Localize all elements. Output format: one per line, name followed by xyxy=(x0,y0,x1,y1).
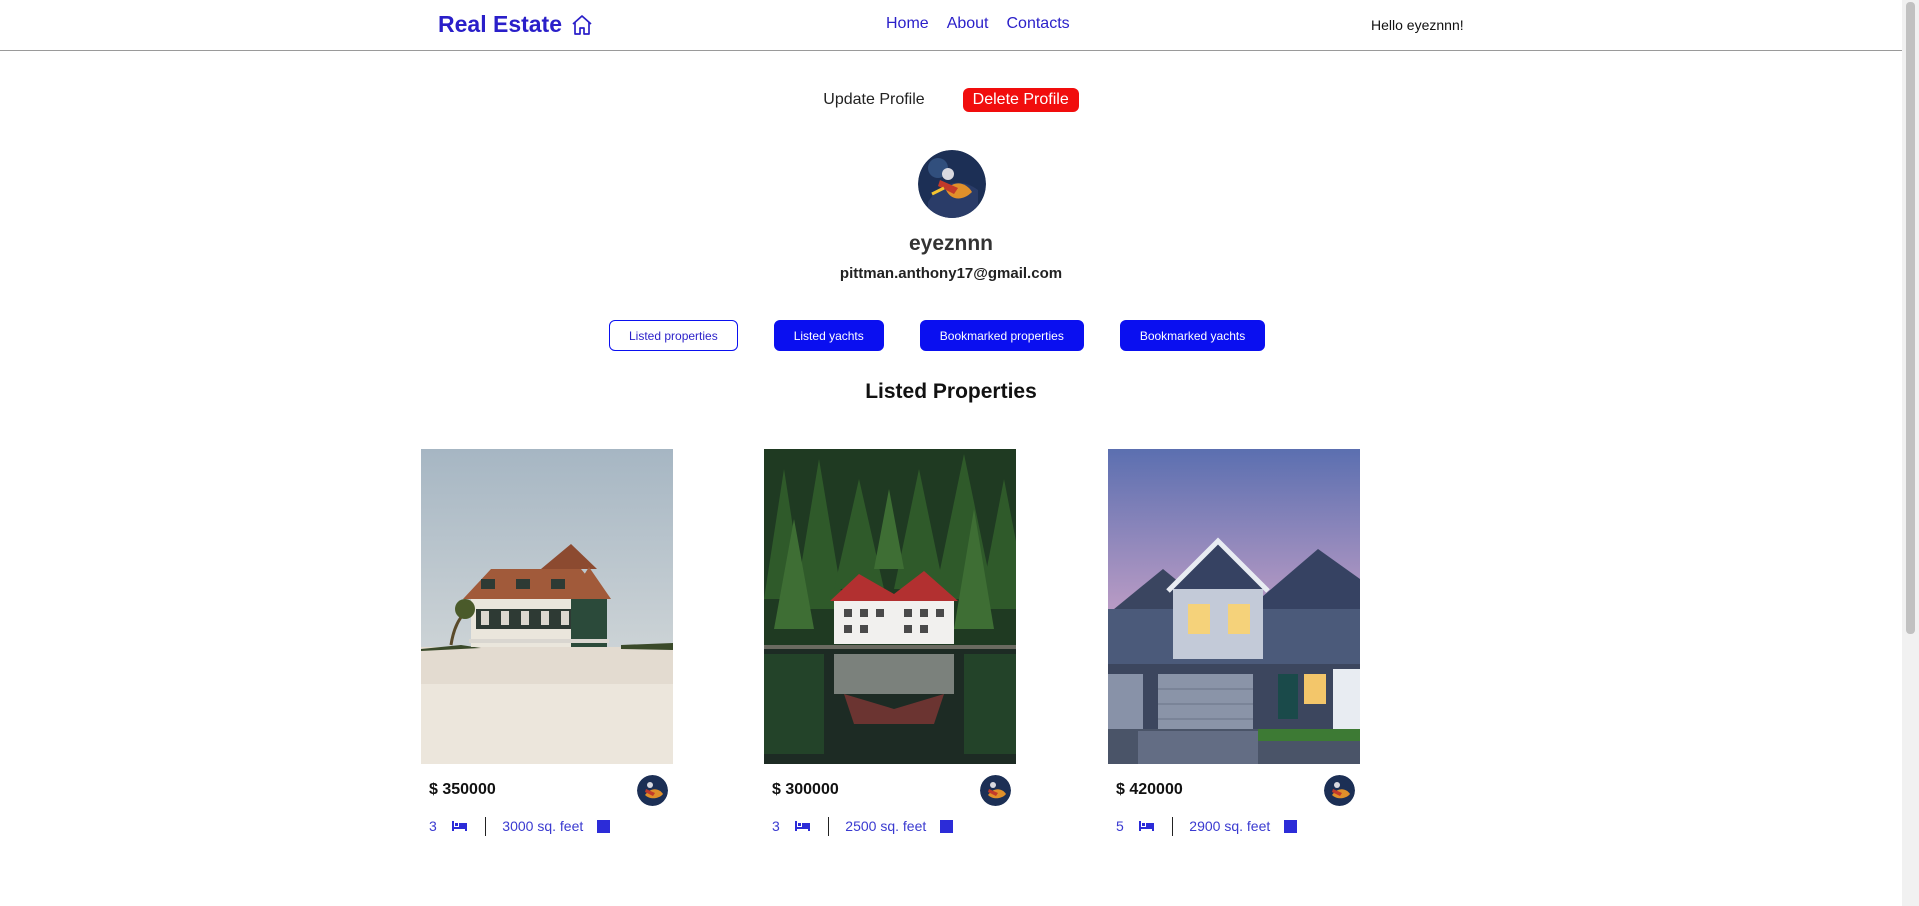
property-image[interactable] xyxy=(1108,449,1360,764)
property-area: 2500 sq. feet xyxy=(845,818,927,834)
profile-username: eyeznnn xyxy=(908,232,994,255)
owner-avatar[interactable] xyxy=(980,774,1011,806)
section-title: Listed Properties xyxy=(865,380,1037,403)
bed-count: 3 xyxy=(429,818,437,834)
brand-name[interactable]: Real Estate xyxy=(438,11,562,38)
property-price: $ 420000 xyxy=(1116,781,1183,798)
tab-listed-yachts[interactable]: Listed yachts xyxy=(773,320,884,351)
tab-bookmarked-yachts[interactable]: Bookmarked yachts xyxy=(1119,320,1266,351)
bed-icon xyxy=(794,821,810,831)
nav-about-link[interactable]: About xyxy=(947,15,989,33)
tab-bookmarked-properties[interactable]: Bookmarked properties xyxy=(919,320,1084,351)
bed-count: 3 xyxy=(772,818,780,834)
profile-actions: Update Profile Delete Profile xyxy=(0,88,1902,112)
price-row: $ 300000 xyxy=(764,764,1016,816)
main-nav: Home About Contacts xyxy=(886,15,1070,33)
property-card[interactable]: $ 350000 3 3000 sq. feet xyxy=(421,449,673,836)
update-profile-button[interactable]: Update Profile xyxy=(823,88,924,112)
property-meta: 3 3000 sq. feet xyxy=(421,816,673,836)
property-image[interactable] xyxy=(421,449,673,764)
area-icon xyxy=(940,819,954,833)
top-navbar: Real Estate Home About Contacts Hello ey… xyxy=(0,0,1902,51)
property-meta: 3 2500 sq. feet xyxy=(764,816,1016,836)
user-greeting: Hello eyeznnn! xyxy=(1371,17,1464,33)
profile-avatar xyxy=(918,150,986,218)
area-icon xyxy=(597,819,611,833)
tab-listed-properties[interactable]: Listed properties xyxy=(609,320,738,351)
property-card[interactable]: $ 300000 3 2500 sq. feet xyxy=(764,449,1016,836)
page-scrollbar[interactable] xyxy=(1902,0,1919,906)
property-area: 3000 sq. feet xyxy=(502,818,584,834)
home-icon xyxy=(570,13,594,37)
area-icon xyxy=(1284,819,1298,833)
nav-home-link[interactable]: Home xyxy=(886,15,929,33)
nav-contacts-link[interactable]: Contacts xyxy=(1007,15,1070,33)
owner-avatar[interactable] xyxy=(637,774,668,806)
bed-icon xyxy=(451,821,467,831)
property-price: $ 350000 xyxy=(429,781,496,798)
owner-avatar[interactable] xyxy=(1324,774,1355,806)
brand-logo[interactable]: Real Estate xyxy=(438,11,594,38)
meta-divider xyxy=(484,816,487,836)
property-price: $ 300000 xyxy=(772,781,839,798)
profile-email: pittman.anthony17@gmail.com xyxy=(839,265,1063,282)
meta-divider xyxy=(1171,816,1174,836)
property-meta: 5 2900 sq. feet xyxy=(1108,816,1360,836)
property-area: 2900 sq. feet xyxy=(1189,818,1271,834)
profile-tabs: Listed properties Listed yachts Bookmark… xyxy=(609,320,1266,351)
price-row: $ 420000 xyxy=(1108,764,1360,816)
meta-divider xyxy=(827,816,830,836)
scrollbar-thumb[interactable] xyxy=(1906,2,1915,634)
property-image[interactable] xyxy=(764,449,1016,764)
bed-icon xyxy=(1138,821,1154,831)
price-row: $ 350000 xyxy=(421,764,673,816)
bed-count: 5 xyxy=(1116,818,1124,834)
delete-profile-button[interactable]: Delete Profile xyxy=(962,88,1079,112)
property-card[interactable]: $ 420000 5 2900 sq. feet xyxy=(1108,449,1360,836)
